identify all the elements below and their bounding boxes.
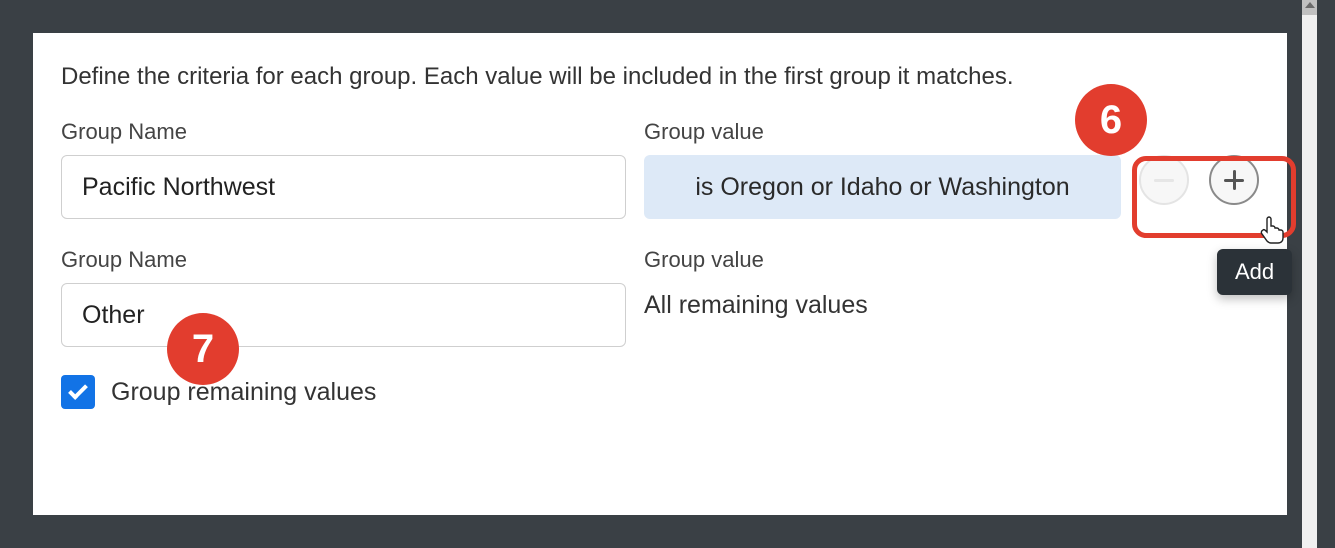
group-name-input[interactable] bbox=[61, 155, 626, 219]
group-value-label: Group value bbox=[644, 119, 1121, 145]
group-name-label: Group Name bbox=[61, 247, 626, 273]
group-row: Group Name Group value is Oregon or Idah… bbox=[61, 119, 1259, 219]
group-definition-panel: Define the criteria for each group. Each… bbox=[33, 33, 1287, 515]
group-remaining-checkbox[interactable] bbox=[61, 375, 95, 409]
checkmark-icon bbox=[68, 380, 88, 400]
scrollbar-thumb[interactable] bbox=[1302, 0, 1317, 15]
add-tooltip: Add bbox=[1217, 249, 1292, 295]
group-value-label: Group value bbox=[644, 247, 1259, 273]
add-group-button[interactable] bbox=[1209, 155, 1259, 205]
group-name-input[interactable] bbox=[61, 283, 626, 347]
scroll-up-arrow-icon bbox=[1305, 2, 1315, 8]
group-value-pill[interactable]: is Oregon or Idaho or Washington bbox=[644, 155, 1121, 219]
remove-group-button bbox=[1139, 155, 1189, 205]
group-row: Group Name Group value All remaining val… bbox=[61, 247, 1259, 347]
plus-icon bbox=[1224, 170, 1244, 190]
group-remaining-row: Group remaining values bbox=[61, 375, 1259, 409]
group-remaining-label: Group remaining values bbox=[111, 378, 376, 407]
instruction-text: Define the criteria for each group. Each… bbox=[61, 63, 1259, 91]
minus-icon bbox=[1154, 179, 1174, 182]
scrollbar-track[interactable] bbox=[1302, 0, 1317, 548]
group-value-static: All remaining values bbox=[644, 291, 1259, 320]
group-name-label: Group Name bbox=[61, 119, 626, 145]
